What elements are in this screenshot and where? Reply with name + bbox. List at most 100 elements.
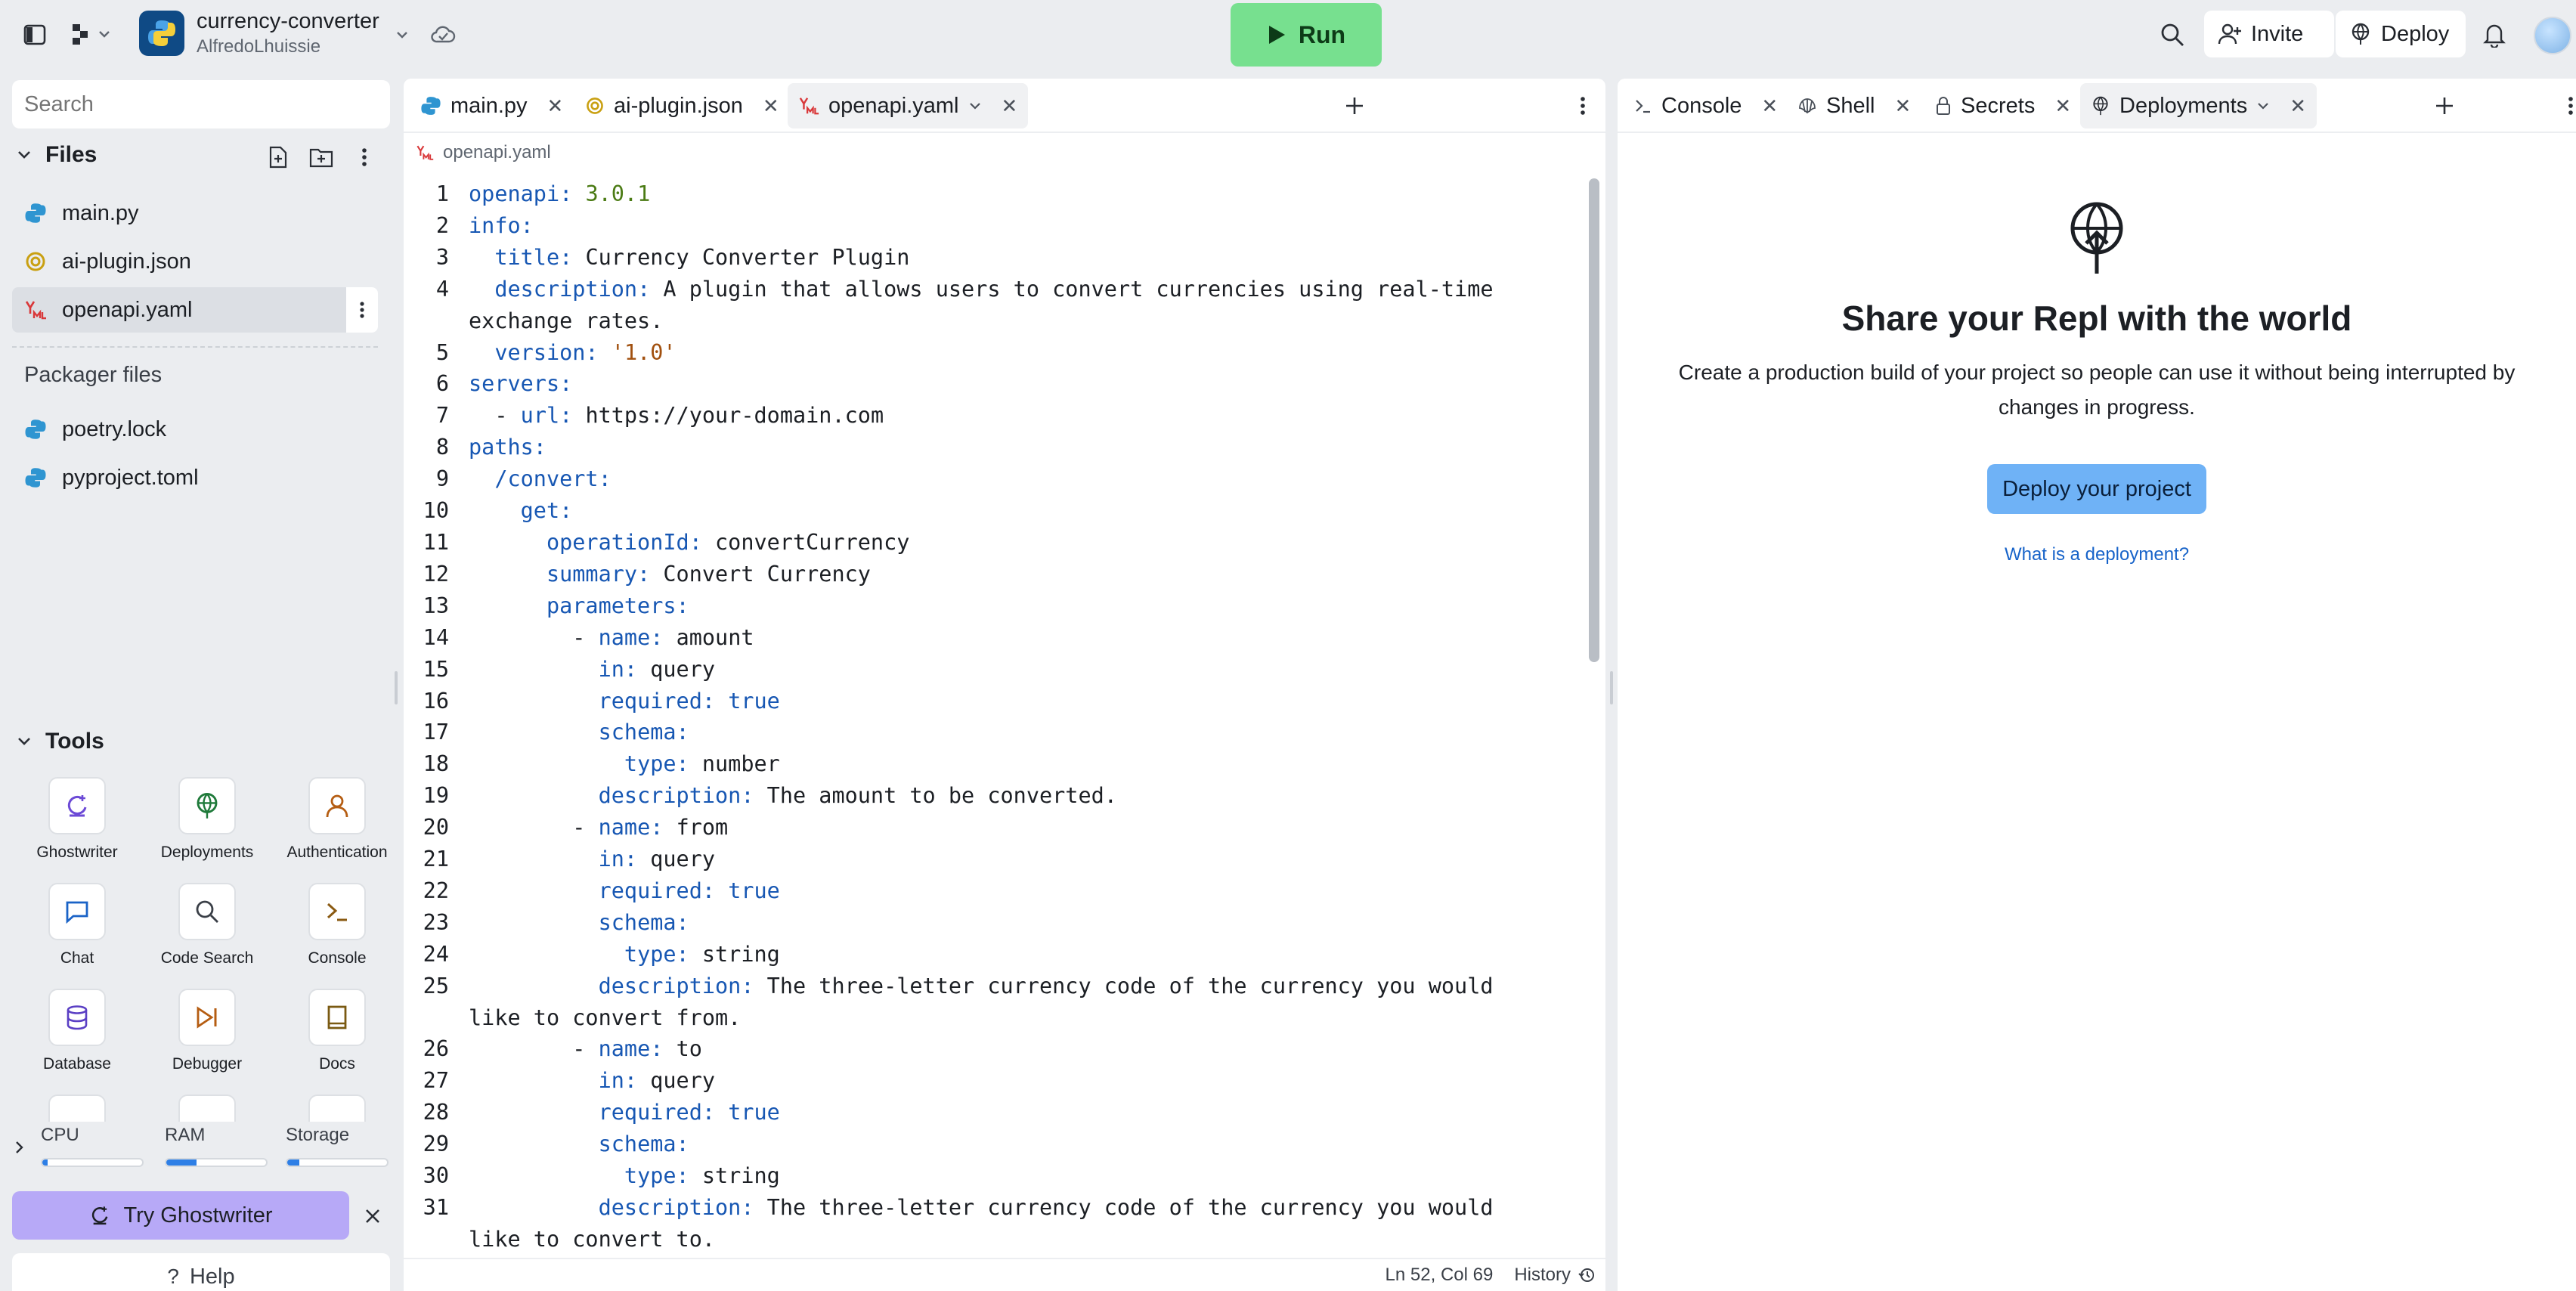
add-tab-icon[interactable] (1341, 92, 1368, 119)
invite-button[interactable]: Invite (2204, 11, 2334, 57)
code-line[interactable]: 15 in: query (404, 654, 1583, 686)
tab-secrets[interactable]: Secrets ✕ (1924, 83, 2082, 128)
new-file-icon[interactable] (266, 145, 290, 169)
code-line[interactable]: 23 schema: (404, 907, 1583, 939)
close-icon[interactable]: ✕ (547, 94, 564, 118)
chevron-down-icon[interactable] (968, 99, 982, 113)
code-editor[interactable]: 1 openapi: 3.0.1 2 info: 3 title: Currency C… (404, 178, 1583, 1291)
replit-menu-icon[interactable] (70, 21, 115, 48)
code-line[interactable]: 16 required: true (404, 686, 1583, 717)
code-line[interactable]: 6 servers: (404, 368, 1583, 400)
code-line[interactable]: 13 parameters: (404, 590, 1583, 622)
code-line[interactable]: 27 in: query (404, 1065, 1583, 1097)
files-section-header[interactable]: Files (17, 142, 97, 168)
code-line[interactable]: 26 - name: to (404, 1033, 1583, 1065)
file-options-icon[interactable] (346, 287, 378, 333)
tools-section-header[interactable]: Tools (17, 729, 104, 754)
code-line[interactable]: 4 description: A plugin that allows user… (404, 274, 1583, 337)
sidebar-resize-handle[interactable] (395, 671, 398, 704)
code-line[interactable]: 25 description: The three-letter currenc… (404, 971, 1583, 1034)
tab-main-py[interactable]: main.py ✕ (410, 83, 574, 128)
code-line[interactable]: 2 info: (404, 210, 1583, 242)
tool-deployments[interactable]: Deployments (142, 777, 272, 875)
run-button[interactable]: Run (1231, 3, 1382, 67)
more-options-icon[interactable] (1574, 92, 1592, 119)
tool-partial[interactable] (48, 1094, 106, 1122)
tool-chat[interactable]: Chat (12, 883, 142, 981)
close-icon[interactable]: ✕ (1002, 94, 1018, 118)
file-item-pyproject-toml[interactable]: pyproject.toml (12, 455, 378, 500)
tool-database[interactable]: Database (12, 989, 142, 1087)
try-ghostwriter-button[interactable]: Try Ghostwriter (12, 1191, 349, 1240)
code-line[interactable]: 21 in: query (404, 844, 1583, 875)
tool-authentication[interactable]: Authentication (272, 777, 402, 875)
code-line[interactable]: 8 paths: (404, 432, 1583, 463)
tool-partial[interactable] (178, 1094, 236, 1122)
tab-shell[interactable]: Shell ✕ (1787, 83, 1921, 128)
tool-console[interactable]: Console (272, 883, 402, 981)
code-line[interactable]: 12 summary: Convert Currency (404, 559, 1583, 590)
code-line[interactable]: 18 type: number (404, 748, 1583, 780)
cloud-sync-icon[interactable] (428, 21, 458, 48)
code-line[interactable]: 28 required: true (404, 1097, 1583, 1128)
search-icon[interactable] (2157, 20, 2187, 50)
chevron-right-icon[interactable] (12, 1138, 27, 1156)
tab-console[interactable]: Console ✕ (1624, 83, 1788, 128)
deploy-header-button[interactable]: Deploy (2336, 11, 2466, 57)
tool-docs[interactable]: Docs (272, 989, 402, 1087)
file-item-openapi-yaml[interactable]: openapi.yaml (12, 287, 378, 333)
project-owner[interactable]: AlfredoLhuissie (197, 36, 320, 57)
tab-ai-plugin-json[interactable]: ai-plugin.json ✕ (574, 83, 790, 128)
code-line[interactable]: 24 type: string (404, 939, 1583, 971)
close-icon[interactable]: ✕ (1761, 94, 1778, 118)
file-item-ai-plugin-json[interactable]: ai-plugin.json (12, 239, 378, 284)
tool-ghostwriter[interactable]: Ghostwriter (12, 777, 142, 875)
resource-usage[interactable]: CPU RAM Storage (12, 1125, 390, 1170)
code-line[interactable]: 22 required: true (404, 875, 1583, 907)
project-name[interactable]: currency-converter (197, 9, 379, 34)
more-options-icon[interactable] (2565, 92, 2576, 119)
tool-debugger[interactable]: Debugger (142, 989, 272, 1087)
tool-code-search[interactable]: Code Search (142, 883, 272, 981)
close-icon[interactable]: ✕ (2054, 94, 2071, 118)
code-line[interactable]: 20 - name: from (404, 812, 1583, 844)
tool-partial[interactable] (308, 1094, 366, 1122)
add-tab-icon[interactable] (2431, 92, 2458, 119)
code-line[interactable]: 10 get: (404, 495, 1583, 527)
breadcrumb-file[interactable]: openapi.yaml (443, 142, 551, 163)
code-line[interactable]: 17 schema: (404, 717, 1583, 748)
tab-deployments[interactable]: Deployments ✕ (2080, 83, 2317, 128)
close-icon[interactable]: ✕ (1895, 94, 1912, 118)
deploy-project-button[interactable]: Deploy your project (1987, 464, 2206, 514)
cursor-position[interactable]: Ln 52, Col 69 (1386, 1265, 1494, 1286)
chevron-down-icon[interactable] (2256, 99, 2270, 113)
help-button[interactable]: ? Help (12, 1253, 390, 1291)
code-line[interactable]: 14 - name: amount (404, 622, 1583, 654)
bell-icon[interactable] (2481, 20, 2508, 50)
code-line[interactable]: 11 operationId: convertCurrency (404, 527, 1583, 559)
code-line[interactable]: 30 type: string (404, 1160, 1583, 1192)
what-is-deployment-link[interactable]: What is a deployment? (2005, 544, 2189, 565)
code-line[interactable]: 5 version: '1.0' (404, 337, 1583, 369)
code-line[interactable]: 31 description: The three-letter currenc… (404, 1192, 1583, 1255)
file-item-poetry-lock[interactable]: poetry.lock (12, 407, 378, 452)
close-icon[interactable]: ✕ (2290, 94, 2306, 118)
more-options-icon[interactable] (355, 145, 373, 169)
code-line[interactable]: 3 title: Currency Converter Plugin (404, 242, 1583, 274)
sidebar-toggle-icon[interactable] (21, 21, 48, 48)
file-item-main-py[interactable]: main.py (12, 190, 378, 236)
history-button[interactable]: History (1514, 1265, 1595, 1286)
code-line[interactable]: 29 schema: (404, 1128, 1583, 1160)
tab-openapi-yaml[interactable]: openapi.yaml ✕ (788, 83, 1029, 128)
search-input[interactable] (12, 80, 390, 128)
close-icon[interactable]: ✕ (763, 94, 779, 118)
new-folder-icon[interactable] (308, 145, 334, 169)
close-icon[interactable] (360, 1203, 385, 1229)
chevron-down-icon[interactable] (392, 24, 413, 45)
editor-scrollbar[interactable] (1589, 178, 1599, 662)
avatar[interactable] (2534, 17, 2571, 54)
code-line[interactable]: 1 openapi: 3.0.1 (404, 178, 1583, 210)
code-line[interactable]: 9 /convert: (404, 463, 1583, 495)
pane-resize-handle[interactable] (1610, 671, 1613, 704)
code-line[interactable]: 7 - url: https://your-domain.com (404, 400, 1583, 432)
